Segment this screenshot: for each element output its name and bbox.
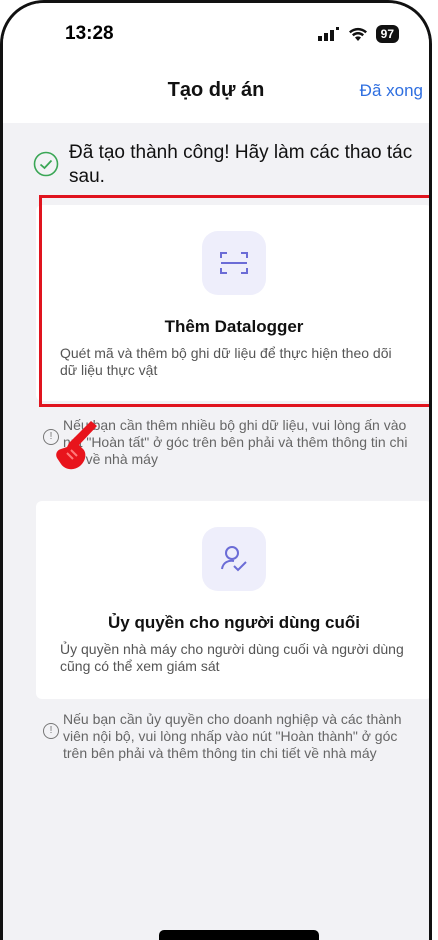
highlight-box [39,195,429,407]
phone-screen: 13:28 97 Tạo dự án Đã xong Đã tạo thành … [0,0,432,940]
signal-icon [317,27,339,41]
card-description: Ủy quyền nhà máy cho người dùng cuối và … [60,641,404,674]
success-message: Đã tạo thành công! Hãy làm các thao tác … [33,141,425,189]
pointing-hand-icon [53,417,105,478]
user-check-icon [221,546,247,572]
user-icon-box [202,527,266,591]
status-time: 13:28 [65,23,114,44]
note-text: Nếu bạn cần thêm nhiều bộ ghi dữ liệu, v… [63,417,408,467]
card-title: Ủy quyền cho người dùng cuối [107,613,360,632]
wifi-icon [348,27,367,41]
battery-indicator: 97 [375,25,399,43]
info-icon: ! [43,723,59,739]
done-button[interactable]: Đã xong [360,81,423,101]
status-icons: 97 [317,25,399,43]
home-indicator [159,930,319,940]
check-circle-icon [33,151,59,177]
header-area: 13:28 97 Tạo dự án Đã xong [3,3,429,123]
success-text: Đã tạo thành công! Hãy làm các thao tác … [69,142,413,187]
authorize-end-user-card[interactable]: Ủy quyền cho người dùng cuối Ủy quyền nh… [36,501,429,699]
note-text: Nếu bạn cần ủy quyền cho doanh nghiệp và… [63,711,402,761]
authorize-note: ! Nếu bạn cần ủy quyền cho doanh nghiệp … [43,711,419,762]
